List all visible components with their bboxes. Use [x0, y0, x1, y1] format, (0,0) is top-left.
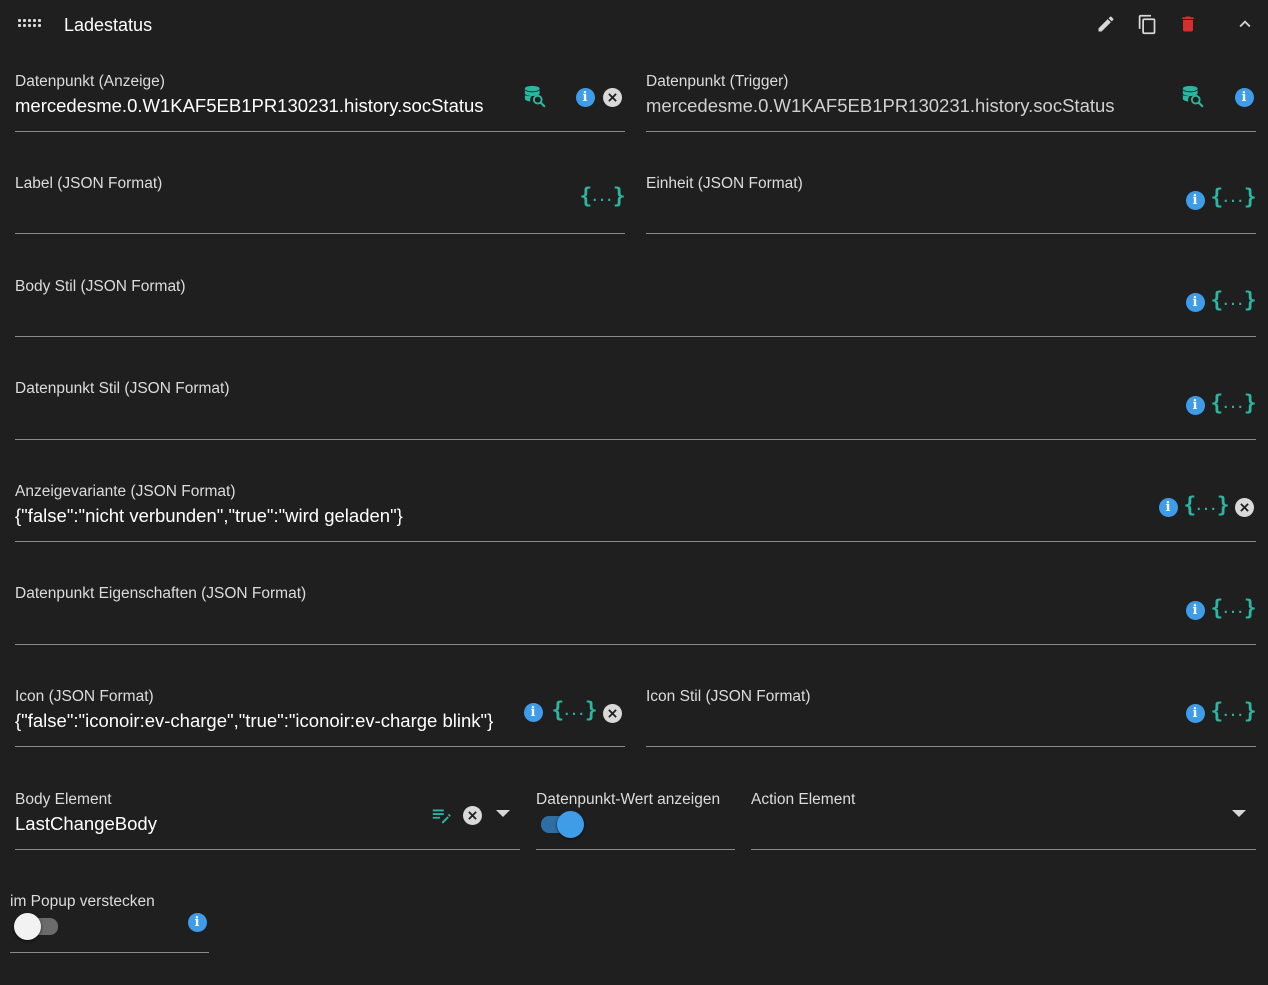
unit-json-label: Einheit (JSON Format) [646, 175, 803, 192]
dp-style-label: Datenpunkt Stil (JSON Format) [15, 380, 230, 397]
info-icon[interactable]: i [573, 85, 597, 109]
info-icon[interactable]: i [1183, 598, 1207, 622]
clear-icon[interactable] [1232, 495, 1256, 519]
json-braces-icon[interactable]: {...} [1211, 391, 1257, 415]
icon-json-underline [15, 746, 625, 747]
display-variant-label: Anzeigevariante (JSON Format) [15, 483, 236, 500]
info-icon[interactable]: i [1156, 495, 1180, 519]
dp-props-label: Datenpunkt Eigenschaften (JSON Format) [15, 585, 307, 602]
json-braces-icon[interactable]: {...} [580, 184, 626, 208]
body-element-value[interactable]: LastChangeBody [15, 812, 157, 836]
dropdown-arrow-icon[interactable] [491, 802, 515, 826]
panel-title: Ladestatus [64, 15, 153, 35]
icon-json-label: Icon (JSON Format) [15, 688, 154, 705]
info-icon[interactable]: i [1183, 290, 1207, 314]
dp-props-underline [15, 644, 1256, 645]
dropdown-arrow-icon[interactable] [1227, 802, 1251, 826]
display-variant-underline [15, 541, 1256, 542]
icon-style-underline [646, 746, 1256, 747]
info-icon[interactable]: i [1183, 188, 1207, 212]
chevron-up-icon[interactable] [1233, 12, 1257, 36]
unit-json-underline [646, 233, 1256, 234]
body-element-label: Body Element [15, 791, 112, 808]
info-icon[interactable]: i [1232, 85, 1256, 109]
dp-style-underline [15, 439, 1256, 440]
dp-display-label: Datenpunkt (Anzeige) [15, 73, 165, 90]
json-braces-icon[interactable]: {...} [1211, 288, 1257, 312]
edit-list-icon[interactable] [429, 803, 453, 827]
show-dp-value-label: Datenpunkt-Wert anzeigen [536, 791, 721, 808]
label-json-label: Label (JSON Format) [15, 175, 163, 192]
hide-in-popup-underline [10, 952, 209, 953]
info-icon[interactable]: i [185, 910, 209, 934]
icon-style-label: Icon Stil (JSON Format) [646, 688, 811, 705]
json-braces-icon[interactable]: {...} [1184, 493, 1230, 517]
action-element-label: Action Element [751, 791, 856, 808]
action-element-underline [751, 849, 1256, 850]
dp-trigger-underline [646, 131, 1256, 132]
dp-trigger-value[interactable]: mercedesme.0.W1KAF5EB1PR130231.history.s… [646, 94, 1115, 118]
body-style-label: Body Stil (JSON Format) [15, 278, 186, 295]
hide-in-popup-knob[interactable] [14, 913, 41, 940]
widget-config-panel: Ladestatus Datenpunkt (Anzeige) mercedes… [0, 0, 1268, 985]
hide-in-popup-label: im Popup verstecken [10, 893, 155, 910]
trash-icon[interactable] [1176, 12, 1200, 36]
clear-icon[interactable] [600, 85, 624, 109]
label-json-underline [15, 233, 625, 234]
database-search-icon[interactable] [523, 84, 547, 108]
info-icon[interactable]: i [1183, 393, 1207, 417]
display-variant-value[interactable]: {"false":"nicht verbunden","true":"wird … [15, 504, 403, 528]
json-braces-icon[interactable]: {...} [552, 698, 598, 722]
json-braces-icon[interactable]: {...} [1211, 596, 1257, 620]
show-dp-value-underline [536, 849, 735, 850]
json-braces-icon[interactable]: {...} [1211, 185, 1257, 209]
database-search-icon[interactable] [1181, 84, 1205, 108]
icon-json-value[interactable]: {"false":"iconoir:ev-charge","true":"ico… [15, 709, 493, 733]
dp-display-underline [15, 131, 625, 132]
copy-icon[interactable] [1135, 12, 1159, 36]
info-icon[interactable]: i [521, 700, 545, 724]
body-style-underline [15, 336, 1256, 337]
dp-trigger-label: Datenpunkt (Trigger) [646, 73, 789, 90]
body-element-underline [15, 849, 520, 850]
drag-handle-icon[interactable] [18, 19, 44, 29]
info-icon[interactable]: i [1183, 701, 1207, 725]
clear-icon[interactable] [600, 701, 624, 725]
clear-icon[interactable] [460, 803, 484, 827]
json-braces-icon[interactable]: {...} [1211, 699, 1257, 723]
pencil-icon[interactable] [1094, 12, 1118, 36]
show-dp-value-knob[interactable] [557, 811, 584, 838]
dp-display-value[interactable]: mercedesme.0.W1KAF5EB1PR130231.history.s… [15, 94, 484, 118]
